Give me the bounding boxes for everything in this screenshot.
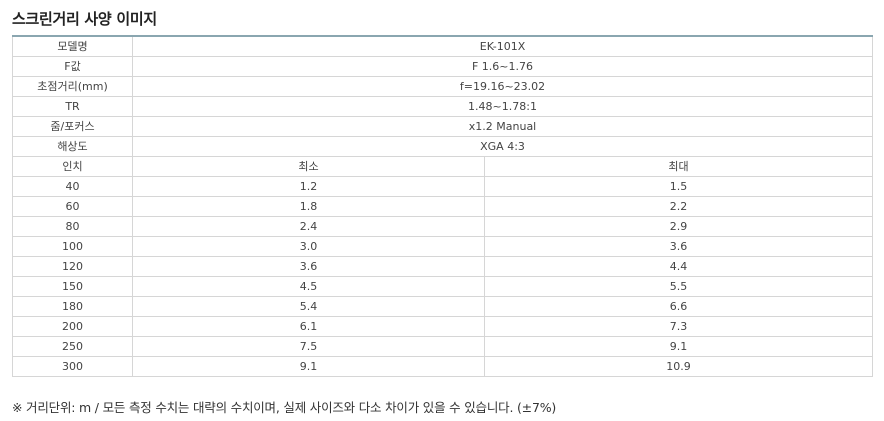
spec-value: 1.48~1.78:1 xyxy=(131,96,874,117)
cell-max-distance: 9.1 xyxy=(483,336,874,357)
cell-max-distance: 2.9 xyxy=(483,216,874,237)
table-row: 120 3.6 4.4 xyxy=(12,256,874,277)
cell-inch: 180 xyxy=(12,296,133,317)
table-row: 300 9.1 10.9 xyxy=(12,356,874,377)
cell-inch: 60 xyxy=(12,196,133,217)
table-row: 60 1.8 2.2 xyxy=(12,196,874,217)
table-row: 150 4.5 5.5 xyxy=(12,276,874,297)
cell-min-distance: 1.2 xyxy=(132,176,485,197)
spec-row-fnumber: F값 F 1.6~1.76 xyxy=(12,56,874,77)
cell-inch: 150 xyxy=(12,276,133,297)
spec-label: 초점거리(mm) xyxy=(12,76,133,97)
table-row: 80 2.4 2.9 xyxy=(12,216,874,237)
cell-min-distance: 5.4 xyxy=(132,296,485,317)
spec-label: 해상도 xyxy=(12,136,133,157)
cell-min-distance: 1.8 xyxy=(132,196,485,217)
footnote: ※ 거리단위: m / 모든 측정 수치는 대략의 수치이며, 실제 사이즈와 … xyxy=(12,400,557,415)
cell-min-distance: 2.4 xyxy=(132,216,485,237)
cell-inch: 100 xyxy=(12,236,133,257)
spec-label: 줌/포커스 xyxy=(12,116,133,137)
cell-min-distance: 7.5 xyxy=(132,336,485,357)
table-row: 100 3.0 3.6 xyxy=(12,236,874,257)
table-row: 40 1.2 1.5 xyxy=(12,176,874,197)
cell-inch: 120 xyxy=(12,256,133,277)
column-header-inch: 인치 xyxy=(12,156,133,177)
spec-row-zoom-focus: 줌/포커스 x1.2 Manual xyxy=(12,116,874,137)
cell-inch: 250 xyxy=(12,336,133,357)
cell-inch: 80 xyxy=(12,216,133,237)
column-header-max: 최대 xyxy=(483,156,874,177)
spec-label: F값 xyxy=(12,56,133,77)
cell-min-distance: 3.6 xyxy=(132,256,485,277)
table-row: 180 5.4 6.6 xyxy=(12,296,874,317)
distance-header-row: 인치 최소 최대 xyxy=(12,156,874,177)
spec-label: 모델명 xyxy=(12,35,133,57)
spec-row-model: 모델명 EK-101X xyxy=(12,35,874,57)
spec-row-tr: TR 1.48~1.78:1 xyxy=(12,96,874,117)
cell-inch: 200 xyxy=(12,316,133,337)
cell-inch: 300 xyxy=(12,356,133,377)
table-row: 250 7.5 9.1 xyxy=(12,336,874,357)
cell-max-distance: 6.6 xyxy=(483,296,874,317)
spec-row-resolution: 해상도 XGA 4:3 xyxy=(12,136,874,157)
table-row: 200 6.1 7.3 xyxy=(12,316,874,337)
spec-table: 모델명 EK-101X F값 F 1.6~1.76 초점거리(mm) f=19.… xyxy=(12,35,874,377)
cell-min-distance: 4.5 xyxy=(132,276,485,297)
page-title: 스크린거리 사양 이미지 xyxy=(12,10,157,28)
cell-max-distance: 2.2 xyxy=(483,196,874,217)
cell-min-distance: 3.0 xyxy=(132,236,485,257)
spec-value: EK-101X xyxy=(131,35,874,57)
spec-label: TR xyxy=(12,96,133,117)
spec-value: f=19.16~23.02 xyxy=(131,76,874,97)
cell-inch: 40 xyxy=(12,176,133,197)
spec-value: x1.2 Manual xyxy=(131,116,874,137)
cell-min-distance: 9.1 xyxy=(132,356,485,377)
cell-max-distance: 5.5 xyxy=(483,276,874,297)
spec-value: XGA 4:3 xyxy=(131,136,874,157)
cell-min-distance: 6.1 xyxy=(132,316,485,337)
spec-row-focal-length: 초점거리(mm) f=19.16~23.02 xyxy=(12,76,874,97)
cell-max-distance: 10.9 xyxy=(483,356,874,377)
cell-max-distance: 3.6 xyxy=(483,236,874,257)
cell-max-distance: 1.5 xyxy=(483,176,874,197)
column-header-min: 최소 xyxy=(132,156,485,177)
cell-max-distance: 7.3 xyxy=(483,316,874,337)
cell-max-distance: 4.4 xyxy=(483,256,874,277)
spec-value: F 1.6~1.76 xyxy=(131,56,874,77)
